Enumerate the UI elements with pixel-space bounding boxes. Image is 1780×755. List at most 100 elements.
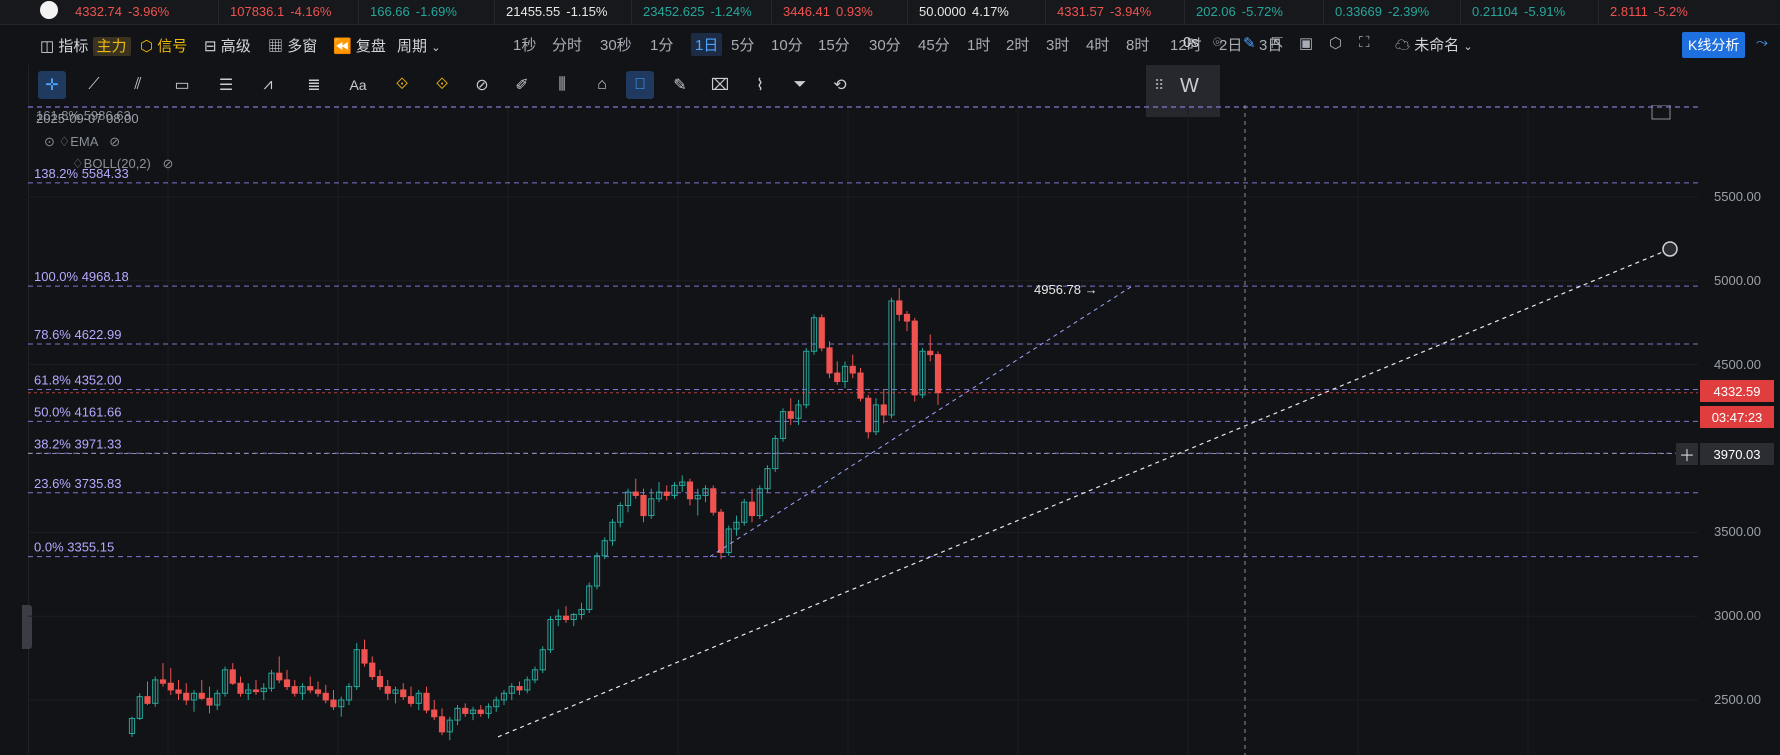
legend-ema[interactable]: ⊙ ♢EMA ⊘ — [44, 134, 120, 150]
advanced-button[interactable]: ⊟ 高级 — [204, 35, 251, 56]
interval-16[interactable]: 2日 — [1219, 34, 1242, 55]
fib-label: 23.6% 3735.83 — [34, 476, 121, 491]
interval-6[interactable]: 10分 — [771, 34, 803, 55]
collapse-icon[interactable]: ⊙ — [44, 134, 55, 149]
drag-handle-icon[interactable]: ⠿ — [1154, 77, 1164, 94]
wave-pattern-icon[interactable]: W — [1180, 75, 1199, 98]
magnet-tool-icon[interactable]: ⟐ — [388, 71, 416, 99]
candle-body — [748, 501, 756, 517]
candle-body — [229, 669, 236, 684]
measure-tool-icon[interactable]: ≣ — [300, 71, 328, 99]
indicators-button[interactable]: ◫ 指标 主力 — [40, 35, 131, 56]
ticker-item[interactable]: 0.33669 -2.39% — [1335, 4, 1429, 19]
interval-11[interactable]: 2时 — [1006, 34, 1029, 55]
text-tool-icon[interactable]: Aa — [344, 71, 372, 99]
ticker-item[interactable]: 3446.41 0.93% — [783, 4, 873, 19]
candle-body — [361, 649, 368, 664]
ticker-change: 4.17% — [972, 4, 1009, 19]
rectangle-tool-icon[interactable]: ▭ — [168, 71, 196, 99]
candle-body — [818, 317, 825, 349]
interval-0[interactable]: 1秒 — [513, 34, 536, 55]
candle-body — [787, 411, 794, 419]
pen-icon[interactable]: ✎ — [1243, 34, 1256, 52]
wave-tool-icon[interactable]: ⩘ — [254, 71, 282, 99]
replay-button[interactable]: ⏪ 复盘 — [333, 35, 386, 56]
fullscreen-icon[interactable]: ⛶ — [1359, 34, 1370, 51]
bookmark-tool-icon[interactable]: ⎕ — [626, 71, 654, 99]
ticker-price: 50.0000 — [919, 4, 966, 19]
interval-1[interactable]: 分时 — [552, 34, 582, 55]
interval-14[interactable]: 8时 — [1126, 34, 1149, 55]
ticker-change: -5.2% — [1653, 4, 1688, 19]
ticker-item[interactable]: 202.06 -5.72% — [1196, 4, 1283, 19]
brush-tool-icon[interactable]: ✐ — [508, 71, 536, 99]
filter-icon[interactable]: ⏷ — [786, 71, 814, 99]
settings-icon[interactable]: ⬡ — [1329, 34, 1342, 52]
external-link-icon[interactable]: ⇱ — [1271, 34, 1284, 52]
crosshair-tool-icon[interactable]: ✛ — [38, 71, 66, 99]
eye-off-icon[interactable]: ⊘ — [162, 156, 173, 171]
ticker-item[interactable]: 2.8111 -5.2% — [1610, 4, 1688, 19]
strong-magnet-icon[interactable]: ⟐ — [428, 71, 456, 99]
ticker-item[interactable]: 166.66 -1.69% — [370, 4, 457, 19]
edit-tool-icon[interactable]: ✎ — [666, 71, 694, 99]
candle-body — [663, 491, 670, 496]
fib-label: 50.0% 4161.66 — [34, 404, 121, 419]
candle-body — [237, 682, 244, 694]
price-chart[interactable]: 138.2% 5584.33100.0% 4968.1878.6% 4622.9… — [28, 105, 1698, 755]
chevron-down-icon: ⌄ — [1463, 41, 1473, 53]
channel-tool-icon[interactable]: ⫽ — [124, 71, 152, 99]
interval-12[interactable]: 3时 — [1046, 34, 1069, 55]
ticker-item[interactable]: 21455.55 -1.15% — [506, 4, 607, 19]
zhuli-badge[interactable]: 主力 — [92, 37, 131, 56]
price-axis[interactable]: 5500.00 5000.00 4500.00 3500.00 3000.00 2500.… — [1698, 105, 1780, 755]
interval-3[interactable]: 1分 — [650, 34, 673, 55]
attach-icon[interactable]: ⌇ — [746, 71, 774, 99]
candles-tool-icon[interactable]: ⫼ — [548, 71, 576, 99]
layout-name-dropdown[interactable]: ☁ 未命名 ⌄ — [1395, 34, 1473, 55]
sync-icon[interactable]: ⟲ — [826, 71, 854, 99]
kline-analysis-button[interactable]: K线分析 — [1682, 32, 1746, 58]
eye-off-icon[interactable]: ⊘ — [109, 134, 120, 149]
interval-13[interactable]: 4时 — [1086, 34, 1109, 55]
candle-body — [710, 488, 717, 513]
candle-body — [438, 716, 446, 733]
trend-line-handle — [1662, 241, 1678, 257]
camera-icon[interactable]: ⌾ — [1213, 34, 1222, 51]
ticker-item[interactable]: 50.0000 4.17% — [919, 4, 1009, 19]
interval-4[interactable]: 1日 — [691, 33, 723, 56]
ticker-item[interactable]: 4331.57 -3.94% — [1057, 4, 1151, 19]
interval-2[interactable]: 30秒 — [600, 34, 632, 55]
add-alert-icon[interactable]: ＋ — [1676, 443, 1698, 465]
ticker-change: -3.96% — [128, 4, 170, 19]
trendline-tool-icon[interactable]: ⟋ — [80, 71, 108, 99]
ticker-change: -3.94% — [1110, 4, 1152, 19]
ticker-separator — [1045, 0, 1046, 24]
interval-9[interactable]: 45分 — [918, 34, 950, 55]
grid-icon: ▦ — [268, 38, 284, 55]
candle-body — [423, 692, 430, 711]
interval-10[interactable]: 1时 — [967, 34, 990, 55]
period-dropdown[interactable]: 周期 ⌄ — [397, 35, 440, 56]
interval-5[interactable]: 5分 — [731, 34, 754, 55]
interval-8[interactable]: 30分 — [869, 34, 901, 55]
signal-button[interactable]: ⬡ 信号 — [140, 35, 187, 56]
ticker-item[interactable]: 0.21104 -5.91% — [1472, 4, 1565, 19]
y-axis-label: 5000.00 — [1714, 272, 1761, 288]
countdown-timer-badge: 03:47:23 — [1700, 406, 1774, 428]
lock-tool-icon[interactable]: ⌂ — [588, 71, 616, 99]
candle-body — [252, 689, 260, 693]
multi-window-button[interactable]: ▦ 多窗 — [268, 35, 317, 56]
fib-trend-line — [709, 285, 1133, 558]
candle-body — [330, 699, 337, 708]
ticker-item[interactable]: 23452.625 -1.24% — [643, 4, 752, 19]
interval-7[interactable]: 15分 — [818, 34, 850, 55]
ticker-item[interactable]: 107836.1 -4.16% — [230, 4, 331, 19]
image-settings-icon[interactable]: ▣ — [1299, 34, 1313, 52]
legend-boll[interactable]: ♢BOLL(20,2) ⊘ — [72, 156, 173, 172]
ticker-item[interactable]: 4332.74 -3.96% — [75, 4, 169, 19]
fib-tool-icon[interactable]: ☰ — [212, 71, 240, 99]
share-icon[interactable]: ⤳ — [1756, 34, 1768, 51]
trash-icon[interactable]: ⌧ — [706, 71, 734, 99]
ruler-tool-icon[interactable]: ⊘ — [468, 71, 496, 99]
